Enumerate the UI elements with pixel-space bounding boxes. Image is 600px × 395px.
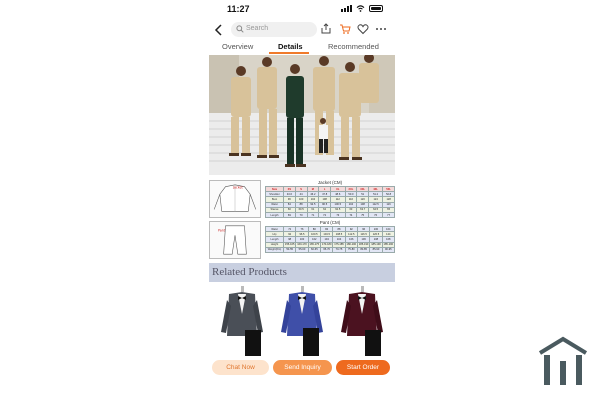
wifi-icon — [356, 5, 365, 12]
jacket-cell: 69 — [283, 211, 296, 219]
tab-overview[interactable]: Overview — [222, 42, 253, 51]
pant-diagram: Pant — [209, 221, 261, 259]
pant-row-label: Weight(KG) — [265, 246, 284, 253]
product-photo — [209, 55, 395, 175]
product-card-grey-suit[interactable] — [213, 284, 271, 356]
active-tab-indicator — [269, 52, 309, 54]
jacket-cell: 74 — [344, 211, 358, 219]
jacket-diagram-label: Jacket — [232, 186, 243, 190]
back-arrow-icon[interactable] — [213, 23, 225, 37]
pant-cell: 85-90 — [369, 246, 383, 253]
pant-cell: 55-60 — [295, 246, 309, 253]
share-icon[interactable] — [320, 23, 332, 35]
jacket-size-table: Jacket (CM) Size XS S M L XL 2XL 3XL 4XL 5XL Shoul… — [265, 180, 395, 219]
pant-cell: 60-65 — [307, 246, 321, 253]
related-products-list — [209, 284, 395, 356]
more-icon[interactable] — [375, 23, 387, 35]
search-placeholder: Search — [246, 25, 269, 32]
pant-cell: 80-85 — [356, 246, 371, 253]
pant-size-table: Pant (CM) Waist 72 76 80 84 88 92 96 100 104 Hip 92… — [265, 220, 395, 253]
jacket-cell: 75 — [356, 211, 370, 219]
tab-recommended[interactable]: Recommended — [328, 42, 379, 51]
product-card-burgundy-suit[interactable] — [333, 284, 391, 356]
jacket-row: Length 69 70 71 72 73 74 75 76 77 — [265, 211, 395, 219]
jacket-cell: 73 — [330, 211, 346, 219]
search-icon — [236, 25, 244, 33]
battery-icon — [369, 5, 383, 12]
search-input[interactable]: Search — [231, 22, 317, 37]
pant-row: Weight(KG) 50-55 55-60 60-65 65-70 70-75 75-80… — [265, 246, 395, 253]
pant-cell: 75-80 — [344, 246, 358, 253]
heart-icon[interactable] — [357, 23, 369, 35]
pant-cell: 50-55 — [282, 246, 297, 253]
start-order-button[interactable]: Start Order — [336, 360, 390, 375]
home-icon[interactable] — [536, 335, 590, 387]
related-products-header: Related Products — [209, 263, 395, 282]
pant-cell: 90-95 — [381, 246, 395, 253]
jacket-diagram: Jacket — [209, 180, 261, 218]
pant-cell: 70-75 — [332, 246, 346, 253]
size-chart: Jacket Jacket (CM) Size XS S M L XL 2XL 3XL 4XL 5… — [209, 178, 395, 260]
tab-details[interactable]: Details — [278, 42, 303, 51]
jacket-cell: 77 — [382, 211, 395, 219]
cart-icon[interactable] — [339, 23, 351, 35]
top-bar: Search — [205, 20, 395, 40]
jacket-cell: 72 — [318, 211, 331, 219]
pant-cell: 65-70 — [319, 246, 334, 253]
jacket-row-label: Length — [265, 211, 284, 219]
related-products-title: Related Products — [212, 266, 287, 278]
pant-diagram-label: Pant — [218, 228, 226, 232]
status-icons — [341, 5, 383, 12]
signal-icon — [341, 5, 352, 12]
tab-bar: Overview Details Recommended — [205, 40, 395, 54]
phone-screen: 11:27 Search Overview Details Recommende… — [205, 0, 395, 395]
jacket-cell: 76 — [368, 211, 384, 219]
status-bar: 11:27 — [205, 0, 395, 18]
status-time: 11:27 — [227, 4, 250, 14]
jacket-cell: 70 — [294, 211, 308, 219]
send-inquiry-button[interactable]: Send Inquiry — [273, 360, 332, 375]
jacket-cell: 71 — [306, 211, 320, 219]
chat-now-button[interactable]: Chat Now — [212, 360, 269, 375]
action-bar: Chat Now Send Inquiry Start Order — [205, 360, 395, 376]
product-card-blue-suit[interactable] — [273, 284, 331, 356]
